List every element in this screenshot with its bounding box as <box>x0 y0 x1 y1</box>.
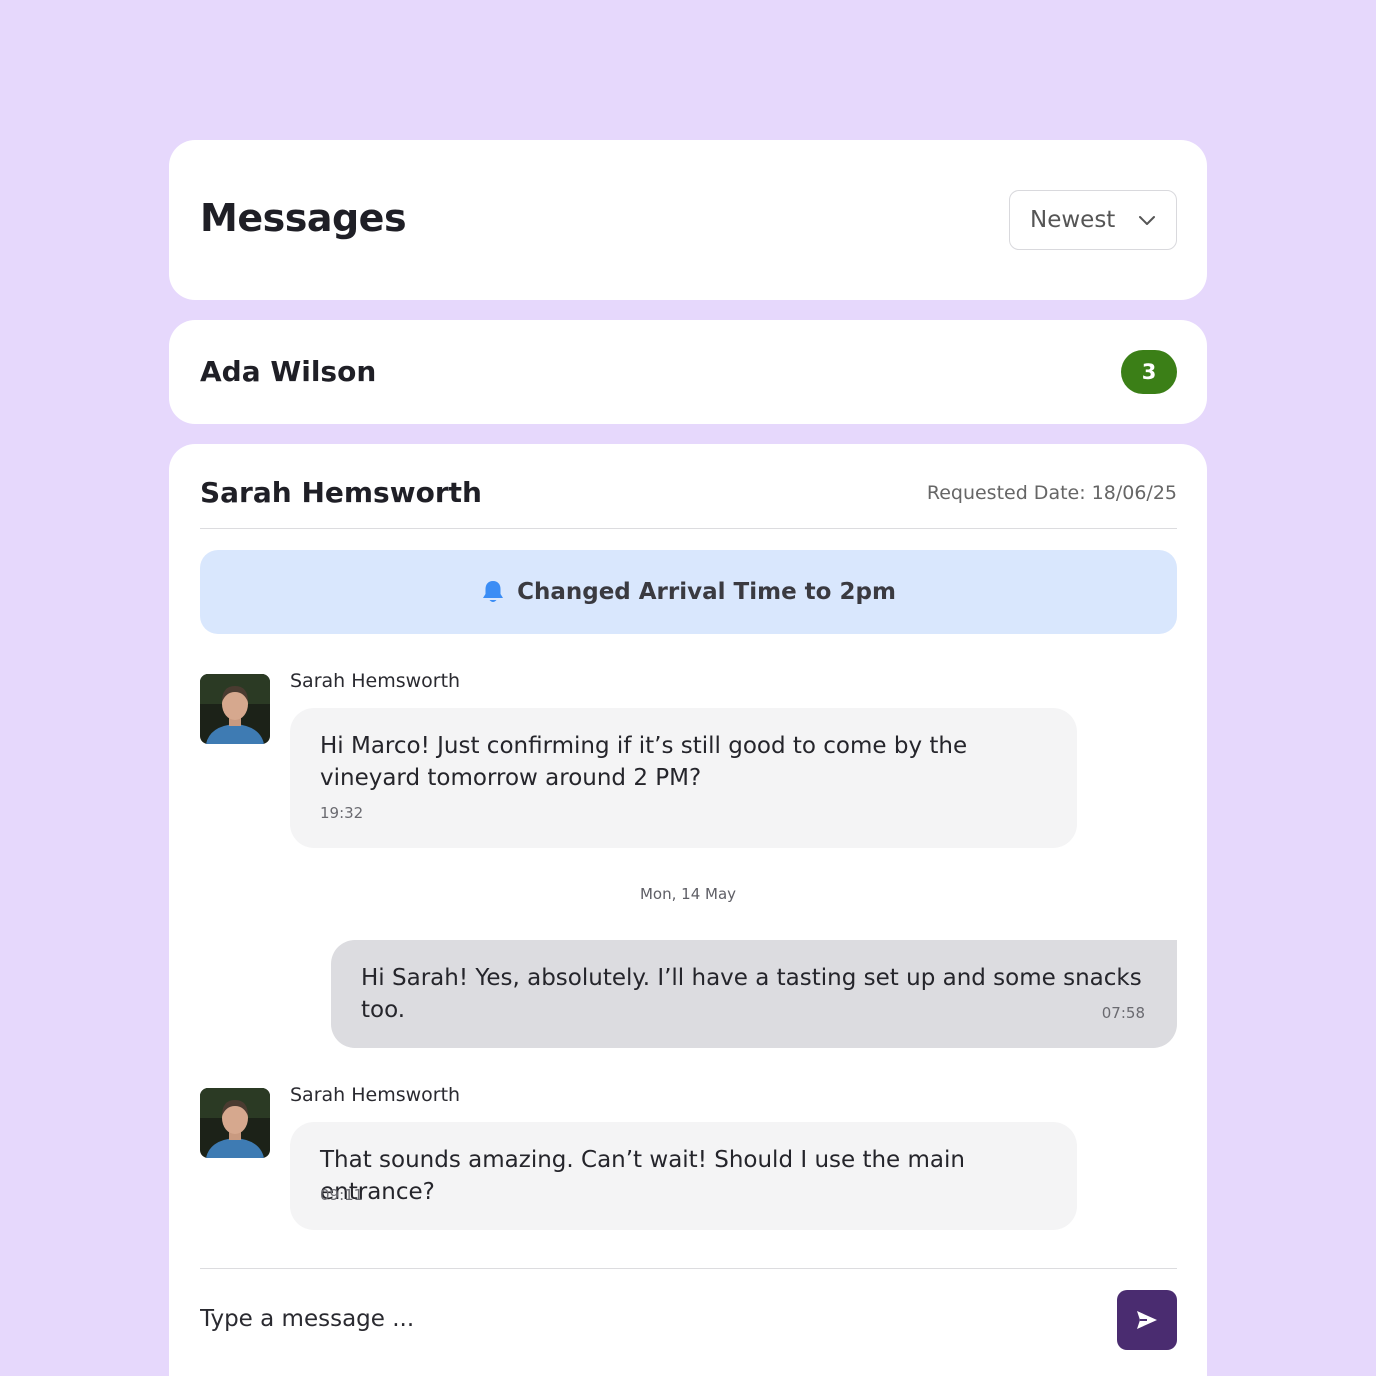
status-notice: Changed Arrival Time to 2pm <box>200 550 1177 634</box>
message-time: 19:32 <box>320 804 364 822</box>
message-text: Hi Sarah! Yes, absolutely. I’ll have a t… <box>361 965 1142 1023</box>
message-input[interactable] <box>200 1299 1080 1339</box>
unread-count-badge: 3 <box>1121 350 1177 394</box>
avatar <box>200 1088 270 1158</box>
message-time: 07:58 <box>1101 1004 1145 1022</box>
sender-name: Sarah Hemsworth <box>290 670 461 692</box>
messages-header-card: Messages Newest <box>169 140 1207 300</box>
sort-selected-value: Newest <box>1030 207 1116 233</box>
bell-icon <box>481 579 505 605</box>
page-title: Messages <box>200 196 407 240</box>
message-bubble-outgoing: Hi Sarah! Yes, absolutely. I’ll have a t… <box>331 940 1177 1048</box>
message-composer <box>200 1268 1177 1352</box>
sender-name: Sarah Hemsworth <box>290 1084 461 1106</box>
send-button[interactable] <box>1117 1290 1177 1350</box>
chevron-down-icon <box>1138 214 1156 226</box>
sort-dropdown[interactable]: Newest <box>1009 190 1177 250</box>
message-time: 09:11 <box>320 1186 364 1204</box>
message-bubble: That sounds amazing. Can’t wait! Should … <box>290 1122 1077 1230</box>
date-divider: Mon, 14 May <box>639 885 737 903</box>
conversation-title: Sarah Hemsworth <box>200 476 482 509</box>
message-text: Hi Marco! Just confirming if it’s still … <box>320 733 968 791</box>
conversation-panel: Sarah Hemsworth Requested Date: 18/06/25… <box>169 444 1207 1376</box>
requested-date: Requested Date: 18/06/25 <box>926 482 1177 504</box>
send-icon <box>1135 1309 1159 1331</box>
conversation-header: Sarah Hemsworth Requested Date: 18/06/25 <box>200 472 1177 529</box>
message-bubble: Hi Marco! Just confirming if it’s still … <box>290 708 1077 848</box>
message-text: That sounds amazing. Can’t wait! Should … <box>320 1147 965 1205</box>
avatar <box>200 674 270 744</box>
notice-text: Changed Arrival Time to 2pm <box>517 579 896 605</box>
conversation-list-item[interactable]: Ada Wilson 3 <box>169 320 1207 424</box>
contact-name: Ada Wilson <box>200 355 377 388</box>
